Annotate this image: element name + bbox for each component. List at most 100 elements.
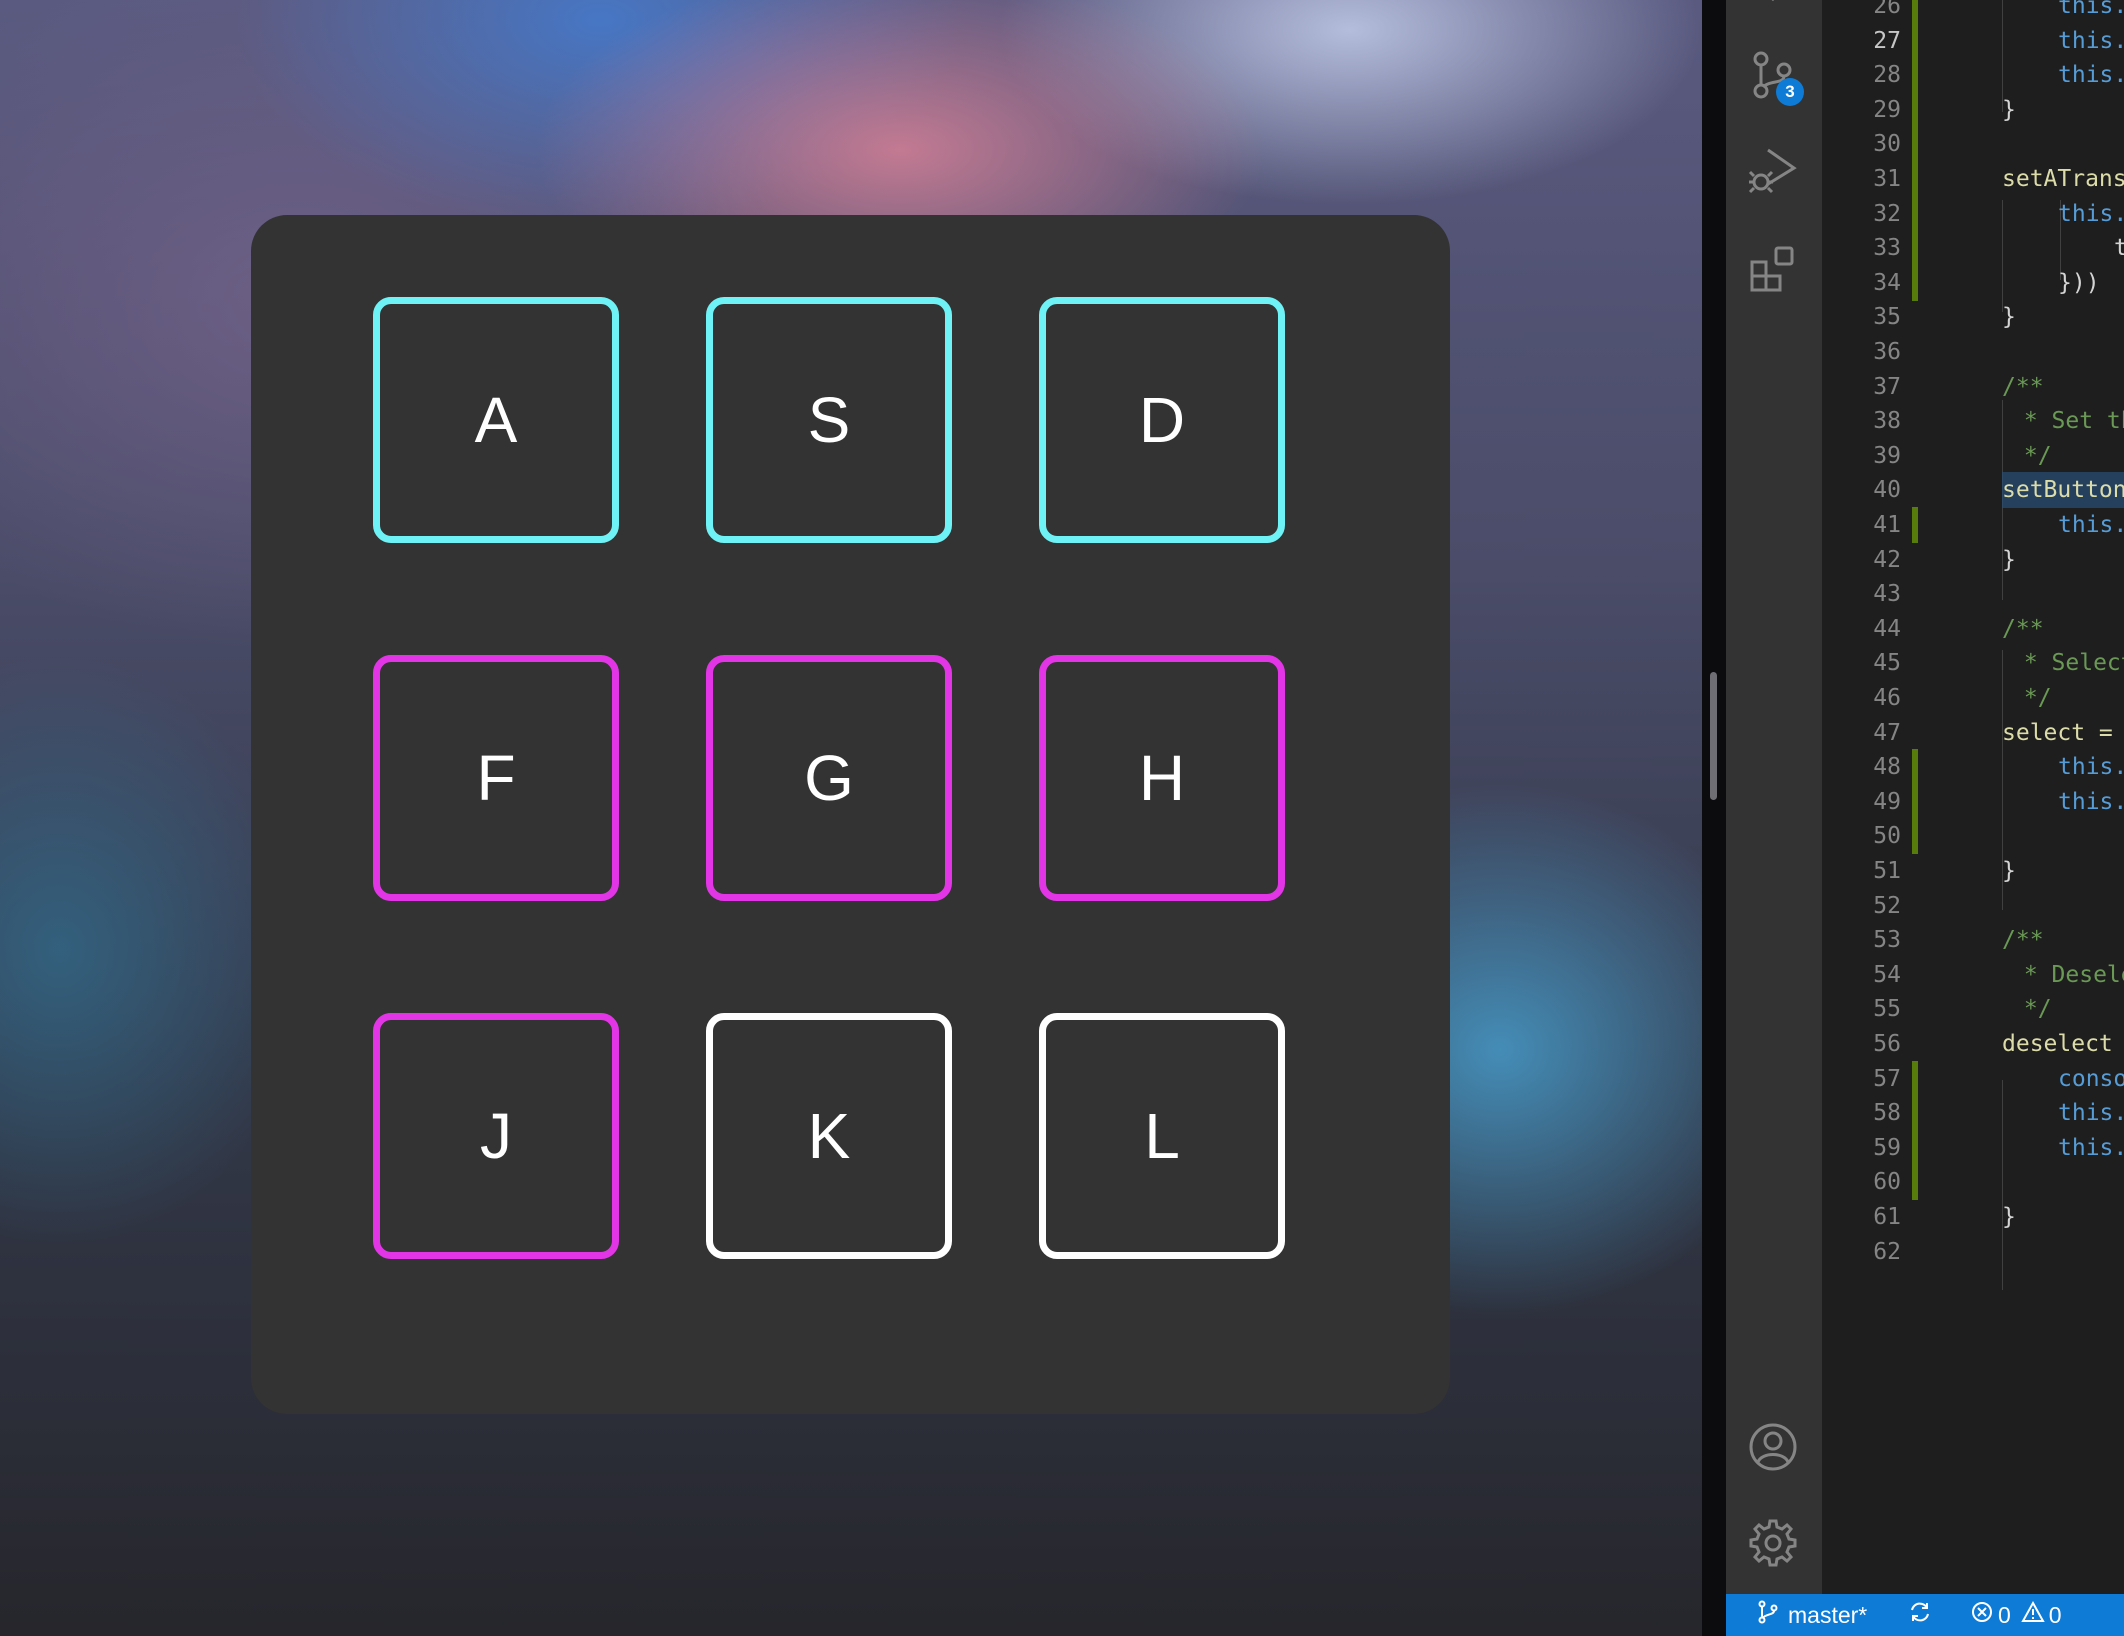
activity-bar bbox=[1726, 0, 1822, 1594]
code-line[interactable]: 42} bbox=[1822, 542, 2124, 578]
line-number: 49 bbox=[1873, 789, 1901, 815]
code-text: })) bbox=[2058, 270, 2100, 296]
run-debug-icon[interactable] bbox=[1748, 144, 1798, 194]
problems-indicator[interactable]: 0 0 bbox=[1970, 1594, 2062, 1636]
line-number: 57 bbox=[1873, 1066, 1901, 1092]
code-text: * Set th bbox=[2010, 408, 2124, 434]
line-number: 38 bbox=[1873, 408, 1901, 434]
line-number: 50 bbox=[1873, 823, 1901, 849]
key-d-button[interactable]: D bbox=[1039, 297, 1285, 543]
code-line[interactable]: 60 bbox=[1822, 1164, 2124, 1200]
line-number: 31 bbox=[1873, 166, 1901, 192]
key-a-button[interactable]: A bbox=[373, 297, 619, 543]
key-f-button[interactable]: F bbox=[373, 655, 619, 901]
gutter-modified-marker bbox=[1912, 1061, 1918, 1097]
line-number: 39 bbox=[1873, 443, 1901, 469]
code-text: this. bbox=[2058, 62, 2124, 88]
code-text: /** bbox=[2002, 374, 2044, 400]
error-count: 0 bbox=[1998, 1601, 2011, 1628]
code-text: */ bbox=[2010, 443, 2052, 469]
code-line[interactable]: 46 */ bbox=[1822, 680, 2124, 716]
code-text: */ bbox=[2010, 685, 2052, 711]
line-number: 51 bbox=[1873, 858, 1901, 884]
code-text: } bbox=[2002, 1204, 2016, 1230]
line-number: 34 bbox=[1873, 270, 1901, 296]
line-number: 56 bbox=[1873, 1031, 1901, 1057]
line-number: 37 bbox=[1873, 374, 1901, 400]
code-line[interactable]: 38 * Set th bbox=[1822, 403, 2124, 439]
code-line[interactable]: 52 bbox=[1822, 888, 2124, 924]
warning-icon bbox=[2021, 1600, 2045, 1630]
branch-name: master* bbox=[1788, 1601, 1868, 1628]
code-line[interactable]: 53 /** bbox=[1822, 922, 2124, 958]
code-line[interactable]: 48 this. bbox=[1822, 749, 2124, 785]
code-line[interactable]: 54 * Desele bbox=[1822, 957, 2124, 993]
gutter-modified-marker bbox=[1912, 749, 1918, 785]
line-number: 54 bbox=[1873, 962, 1901, 988]
code-line[interactable]: 30 bbox=[1822, 126, 2124, 162]
code-line[interactable]: 49 this. bbox=[1822, 784, 2124, 820]
code-line[interactable]: 45 * Select bbox=[1822, 645, 2124, 681]
code-line[interactable]: 36 bbox=[1822, 334, 2124, 370]
code-line[interactable]: 27 this. bbox=[1822, 23, 2124, 59]
code-line[interactable]: 32 this. bbox=[1822, 196, 2124, 232]
code-line[interactable]: 33 t bbox=[1822, 230, 2124, 266]
code-line[interactable]: 59 this. bbox=[1822, 1130, 2124, 1166]
code-line[interactable]: 61} bbox=[1822, 1199, 2124, 1235]
code-line[interactable]: 40 setButton bbox=[1822, 472, 2124, 508]
code-line[interactable]: 47 select = bbox=[1822, 715, 2124, 751]
key-h-button[interactable]: H bbox=[1039, 655, 1285, 901]
keypad-panel: ASD FGH JKL bbox=[251, 215, 1450, 1414]
code-text: this. bbox=[2058, 0, 2124, 19]
account-icon[interactable] bbox=[1748, 1422, 1798, 1472]
code-line[interactable]: 28 this. bbox=[1822, 57, 2124, 93]
line-number: 44 bbox=[1873, 616, 1901, 642]
line-number: 60 bbox=[1873, 1169, 1901, 1195]
sync-button[interactable] bbox=[1908, 1594, 1932, 1636]
code-line[interactable]: 44 /** bbox=[1822, 611, 2124, 647]
code-text: } bbox=[2002, 547, 2016, 573]
code-line[interactable]: 26 this. bbox=[1822, 0, 2124, 24]
gutter-modified-marker bbox=[1912, 23, 1918, 59]
code-line[interactable]: 37 /** bbox=[1822, 369, 2124, 405]
code-line[interactable]: 62 bbox=[1822, 1234, 2124, 1270]
key-l-button[interactable]: L bbox=[1039, 1013, 1285, 1259]
code-line[interactable]: 55 */ bbox=[1822, 991, 2124, 1027]
key-g-button[interactable]: G bbox=[706, 655, 952, 901]
code-line[interactable]: 51} bbox=[1822, 853, 2124, 889]
gutter-modified-marker bbox=[1912, 230, 1918, 266]
search-icon[interactable] bbox=[1748, 0, 1798, 30]
code-line[interactable]: 35} bbox=[1822, 299, 2124, 335]
code-line[interactable]: 58 this. bbox=[1822, 1095, 2124, 1131]
code-line[interactable]: 34})) bbox=[1822, 265, 2124, 301]
code-line[interactable]: 39 */ bbox=[1822, 438, 2124, 474]
settings-gear-icon[interactable] bbox=[1748, 1518, 1798, 1568]
code-line[interactable]: 43 bbox=[1822, 576, 2124, 612]
code-text: setATrans bbox=[2002, 166, 2124, 192]
key-s-button[interactable]: S bbox=[706, 297, 952, 543]
gutter-modified-marker bbox=[1912, 161, 1918, 197]
code-editor[interactable]: 26 this. 27 this. 28 this. 29} 30 31 setATrans 32 t… bbox=[1822, 0, 2124, 1594]
key-k-button[interactable]: K bbox=[706, 1013, 952, 1259]
line-number: 61 bbox=[1873, 1204, 1901, 1230]
branch-indicator[interactable]: master* bbox=[1756, 1594, 1867, 1636]
line-number: 59 bbox=[1873, 1135, 1901, 1161]
code-line[interactable]: 50 bbox=[1822, 818, 2124, 854]
code-text: this. bbox=[2058, 512, 2124, 538]
scrollbar-thumb[interactable] bbox=[1710, 672, 1717, 800]
code-line[interactable]: 41 this. bbox=[1822, 507, 2124, 543]
code-line[interactable]: 31 setATrans bbox=[1822, 161, 2124, 197]
line-number: 46 bbox=[1873, 685, 1901, 711]
code-line[interactable]: 56 deselect bbox=[1822, 1026, 2124, 1062]
window-divider bbox=[1702, 0, 1726, 1636]
key-j-button[interactable]: J bbox=[373, 1013, 619, 1259]
code-text: * Select bbox=[2010, 650, 2124, 676]
code-line[interactable]: 29} bbox=[1822, 92, 2124, 128]
code-text: this. bbox=[2058, 28, 2124, 54]
gutter-modified-marker bbox=[1912, 1095, 1918, 1131]
line-number: 35 bbox=[1873, 304, 1901, 330]
code-line[interactable]: 57 conso bbox=[1822, 1061, 2124, 1097]
code-text: conso bbox=[2058, 1066, 2124, 1092]
gutter-modified-marker bbox=[1912, 818, 1918, 854]
extensions-icon[interactable] bbox=[1748, 244, 1798, 294]
